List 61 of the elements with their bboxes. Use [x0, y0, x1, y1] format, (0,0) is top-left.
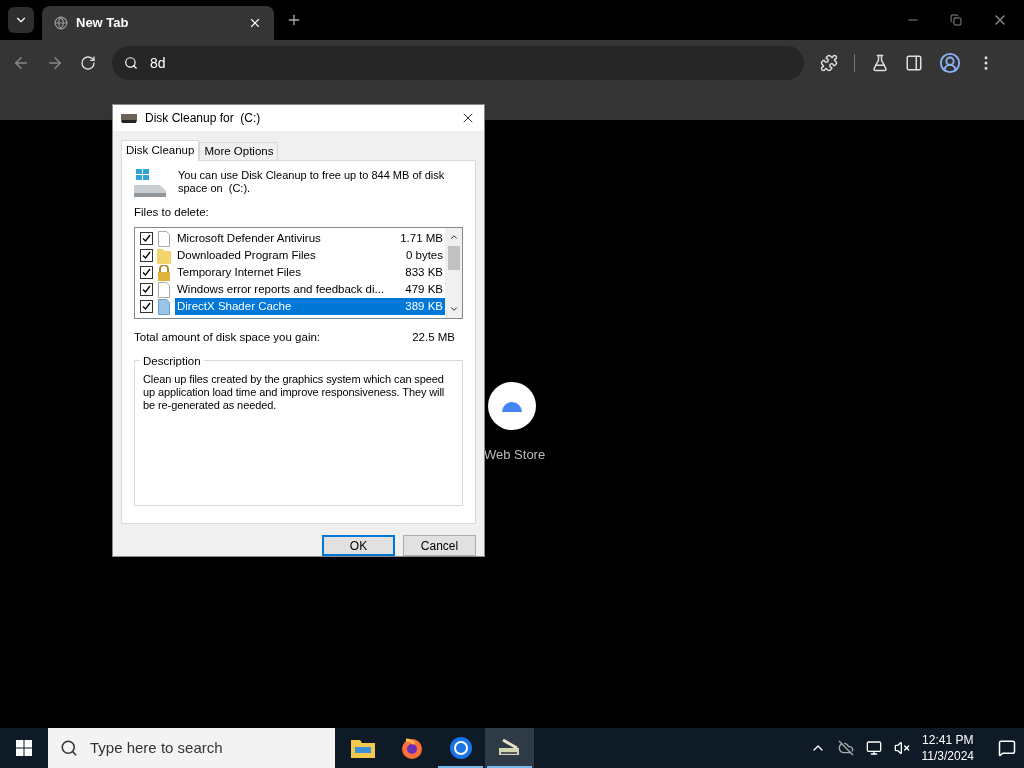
total-value: 22.5 MB: [412, 330, 455, 346]
browser-tab[interactable]: New Tab: [42, 6, 274, 40]
windows-icon: [16, 740, 32, 756]
total-label: Total amount of disk space you gain:: [134, 330, 321, 346]
tab-title: New Tab: [76, 14, 130, 33]
shortcut-label: Web Store: [484, 446, 546, 464]
intro-text: You can use Disk Cleanup to free up to 844 MB of disk space on (C:).: [178, 169, 446, 195]
checkbox[interactable]: [140, 249, 153, 263]
restore-icon[interactable]: [950, 14, 962, 26]
ok-button[interactable]: OK: [322, 535, 395, 556]
drive-icon: [134, 169, 166, 197]
checkbox[interactable]: [140, 283, 153, 297]
scroll-thumb[interactable]: [447, 246, 460, 271]
checkbox[interactable]: [140, 300, 153, 314]
network-icon[interactable]: [865, 740, 882, 756]
back-icon[interactable]: [12, 54, 30, 72]
file-row[interactable]: DirectX Shader Cache 389 KB: [175, 298, 445, 316]
cloud-off-icon[interactable]: [837, 740, 854, 756]
file-row[interactable]: Windows error reports and feedback di... 479 KB: [175, 281, 445, 299]
circle-logo-icon: [448, 736, 473, 760]
fox-globe-icon: [399, 736, 424, 760]
files-label: Files to delete:: [134, 205, 210, 220]
folder-icon: [350, 738, 375, 758]
search-icon: [124, 56, 138, 70]
dialog-tab[interactable]: More Options: [199, 142, 279, 160]
drive-icon: [121, 112, 137, 124]
new-tab-icon[interactable]: [286, 12, 302, 28]
folder-icon: [157, 247, 171, 264]
dialog-tab[interactable]: Disk Cleanup: [121, 140, 200, 161]
puzzle-icon[interactable]: [820, 54, 838, 72]
file-row[interactable]: Temporary Internet Files 833 KB: [175, 264, 445, 282]
close-icon[interactable]: [248, 16, 262, 30]
lock-icon: [157, 264, 171, 281]
file-icon: [158, 230, 170, 247]
tab-list-button[interactable]: [8, 7, 34, 33]
checkbox[interactable]: [140, 232, 153, 246]
address-text: 8d: [150, 53, 166, 73]
side-panel-icon[interactable]: [905, 54, 923, 72]
checkbox[interactable]: [140, 266, 153, 280]
shortcut-tile[interactable]: [488, 382, 536, 430]
store-icon: [501, 399, 523, 413]
notification-icon[interactable]: [998, 739, 1016, 757]
mute-icon[interactable]: [893, 740, 910, 756]
profile-icon[interactable]: [939, 52, 961, 74]
file-row[interactable]: Microsoft Defender Antivirus 1.71 MB: [175, 230, 445, 248]
address-bar[interactable]: 8d: [112, 46, 804, 80]
dialog-title: Disk Cleanup for (C:): [145, 110, 262, 127]
description-text: Clean up files created by the graphics system which can speed up application load time and improve responsiveness. They will be re-generated as needed.: [143, 372, 446, 412]
clock[interactable]: 12:41 PM 11/3/2024: [921, 732, 974, 764]
forward-icon[interactable]: [46, 54, 64, 72]
search-icon: [60, 739, 78, 757]
cancel-button[interactable]: Cancel: [403, 535, 476, 556]
file-icon: [158, 281, 170, 298]
file-row[interactable]: Downloaded Program Files 0 bytes: [175, 247, 445, 265]
taskbar-search-field[interactable]: Type here to search: [48, 728, 335, 768]
flask-icon[interactable]: [871, 54, 889, 72]
scrollbar[interactable]: [445, 228, 462, 319]
file-icon: [158, 298, 170, 315]
globe-icon: [54, 16, 68, 30]
reload-icon[interactable]: [80, 55, 96, 71]
taskbar-app[interactable]: [485, 728, 534, 768]
